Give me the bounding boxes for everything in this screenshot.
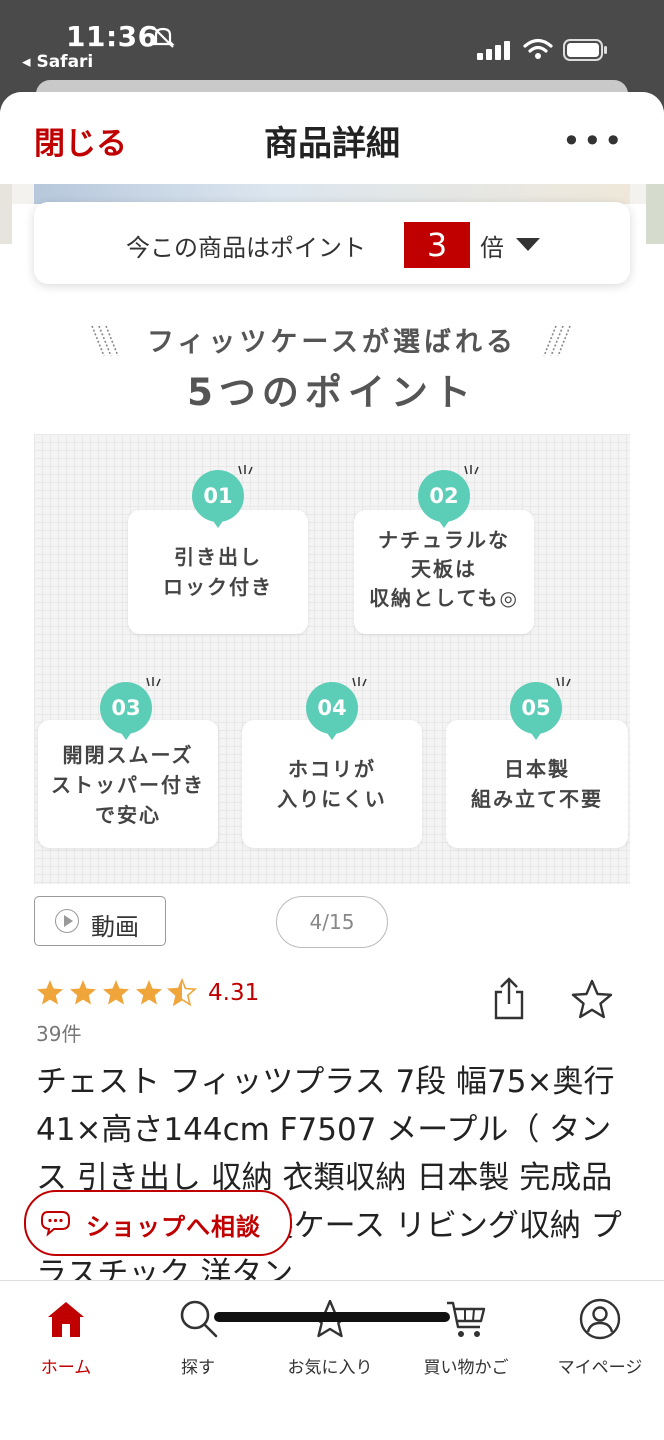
caret-down-icon[interactable] xyxy=(516,238,540,251)
tab-label: ホーム xyxy=(40,1358,92,1378)
status-bar: 11:36 ◂ Safari xyxy=(0,0,664,90)
tab-search[interactable]: 探す xyxy=(132,1281,264,1381)
video-button[interactable]: 動画 xyxy=(34,896,166,946)
back-to-app-link[interactable]: ◂ Safari xyxy=(22,52,93,72)
shop-consult-button[interactable]: ショップへ相談 xyxy=(24,1190,292,1256)
tab-home[interactable]: ホーム xyxy=(0,1281,132,1381)
bottom-tab-bar: ホーム 探す お気に入り 買い物かご マイページ xyxy=(0,1280,664,1440)
cart-icon xyxy=(447,1301,486,1337)
spark-icon xyxy=(556,677,571,687)
tab-label: 買い物かご xyxy=(423,1358,509,1378)
play-icon xyxy=(55,909,79,933)
spark-icon xyxy=(464,465,479,475)
wifi-icon xyxy=(523,38,553,59)
point-badge-01: 01 xyxy=(192,470,244,528)
point-badge-02: 02 xyxy=(418,470,470,528)
battery-icon xyxy=(563,39,607,61)
cellular-signal-icon xyxy=(477,41,510,60)
half-star-icon xyxy=(167,978,197,1007)
tab-label: お気に入り xyxy=(287,1358,373,1378)
spark-icon xyxy=(238,465,253,475)
star-icon xyxy=(103,980,129,1005)
tab-mypage[interactable]: マイページ xyxy=(534,1281,664,1381)
image-heading-line2: 5つのポイント xyxy=(187,371,477,414)
product-title: チェスト フィッツプラス 7段 幅75×奥行41×高さ144cm F7507 メ… xyxy=(36,1064,622,1292)
user-icon xyxy=(579,1298,621,1340)
chat-bubble-icon xyxy=(41,1211,70,1237)
favorite-star-icon[interactable] xyxy=(570,978,614,1020)
star-icon xyxy=(37,980,63,1005)
image-heading-line1: フィッツケースが選ばれる xyxy=(146,327,518,358)
points-suffix: 倍 xyxy=(480,234,504,262)
image-pagination: 4/15 xyxy=(276,896,388,948)
share-icon[interactable] xyxy=(492,976,526,1020)
consult-label: ショップへ相談 xyxy=(86,1213,261,1241)
points-banner[interactable]: 今この商品はポイント 3 倍 xyxy=(34,202,630,284)
rating-stars xyxy=(37,978,197,1007)
carousel-image-top xyxy=(34,184,630,204)
tab-label: マイページ xyxy=(557,1358,643,1378)
video-label: 動画 xyxy=(91,913,139,941)
point-badge-05: 05 xyxy=(510,682,562,740)
home-indicator[interactable] xyxy=(214,1312,450,1322)
tab-cart[interactable]: 買い物かご xyxy=(400,1281,532,1381)
review-count-link[interactable]: 39件 xyxy=(36,1018,81,1047)
sheet-header: 閉じる 商品詳細 ••• xyxy=(0,92,664,184)
rating-value: 4.31 xyxy=(208,980,260,1006)
points-prefix: 今この商品はポイント xyxy=(126,234,366,262)
more-options-button[interactable]: ••• xyxy=(562,122,625,160)
star-icon xyxy=(70,980,96,1005)
previous-image-peek[interactable] xyxy=(0,184,12,244)
next-image-peek[interactable] xyxy=(646,184,664,244)
home-icon xyxy=(48,1302,84,1337)
tab-favorites[interactable]: お気に入り xyxy=(264,1281,396,1381)
point-badge-03: 03 xyxy=(100,682,152,740)
point-card-02: ナチュラルな 天板は 収納としても◎ xyxy=(354,510,534,634)
search-icon xyxy=(180,1300,218,1338)
product-detail-sheet: 閉じる 商品詳細 ••• 今この商品はポイント 3 倍 フィッツケースが選ばれる… xyxy=(0,92,664,1440)
spark-icon xyxy=(352,677,367,687)
points-multiplier: 3 xyxy=(404,222,470,268)
star-icon xyxy=(136,980,162,1005)
point-card-01: 引き出し ロック付き xyxy=(128,510,308,634)
back-app-label: Safari xyxy=(36,52,94,72)
point-badge-04: 04 xyxy=(306,682,358,740)
silent-bell-icon xyxy=(151,26,175,48)
tab-label: 探す xyxy=(181,1358,215,1378)
spark-icon xyxy=(146,677,161,687)
status-time: 11:36 xyxy=(66,20,158,53)
